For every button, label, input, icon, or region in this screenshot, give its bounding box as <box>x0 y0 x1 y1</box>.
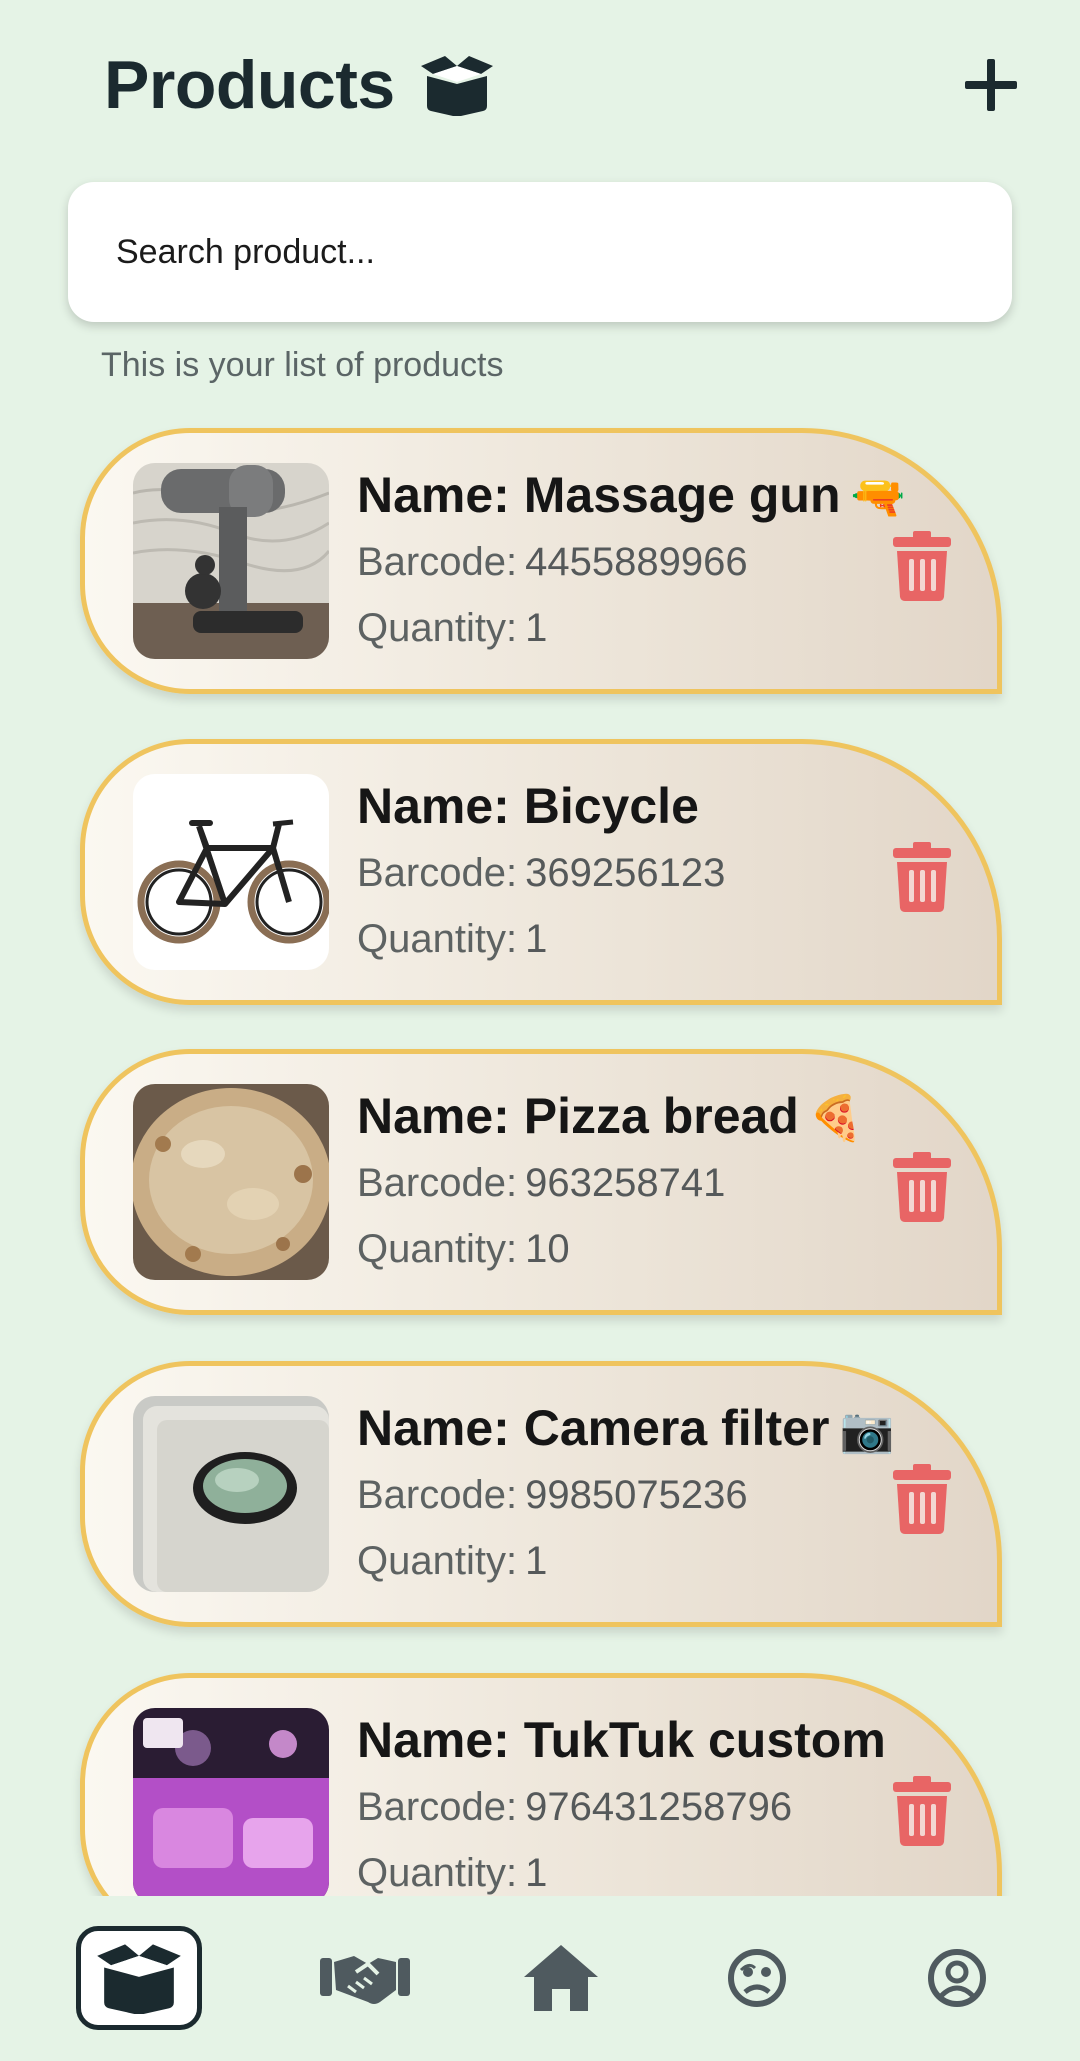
pizza-bread-photo <box>133 1084 329 1280</box>
product-info: Name: Camera filter 📷 Barcode: 9985075236 … <box>357 1394 894 1594</box>
bicycle-photo <box>133 774 329 970</box>
product-name: Name: TukTuk custom <box>357 1706 887 1774</box>
product-name: Name: Camera filter 📷 <box>357 1394 894 1462</box>
product-name: Name: Pizza bread 🍕 <box>357 1082 887 1150</box>
barcode-label: Barcode: <box>357 540 518 584</box>
product-quantity: Quantity: 1 <box>357 906 887 972</box>
barcode-value: 976431258796 <box>525 1785 793 1829</box>
name-label: Name: <box>357 778 510 834</box>
product-emoji: 🔫 <box>850 473 906 522</box>
name-label: Name: <box>357 1712 510 1768</box>
product-info: Name: Bicycle Barcode: 369256123 Quantity… <box>357 772 887 972</box>
name-value: Massage gun <box>523 467 841 523</box>
barcode-value: 4455889966 <box>525 540 748 584</box>
camera-filter-photo <box>133 1396 329 1592</box>
products-screen: Products This is your list of products <box>0 0 1080 2061</box>
delete-button[interactable] <box>893 1152 951 1222</box>
product-card[interactable]: Name: Massage gun 🔫 Barcode: 4455889966 Qu… <box>80 428 1002 694</box>
barcode-label: Barcode: <box>357 851 518 895</box>
delete-button[interactable] <box>893 1776 951 1846</box>
nav-profile[interactable] <box>894 1926 1020 2030</box>
product-barcode: Barcode: 976431258796 <box>357 1774 887 1840</box>
product-quantity: Quantity: 1 <box>357 1840 887 1896</box>
delete-button[interactable] <box>893 1464 951 1534</box>
name-label: Name: <box>357 1088 510 1144</box>
handshake-icon <box>320 1956 410 2004</box>
quantity-label: Quantity: <box>357 917 518 961</box>
barcode-value: 9985075236 <box>525 1473 748 1517</box>
quantity-value: 10 <box>525 1227 570 1271</box>
quantity-label: Quantity: <box>357 1539 518 1583</box>
nav-products[interactable] <box>76 1926 202 2030</box>
home-icon <box>524 1945 598 2011</box>
quantity-label: Quantity: <box>357 1851 518 1895</box>
product-emoji: 🍕 <box>808 1094 864 1143</box>
quantity-value: 1 <box>525 606 548 650</box>
account-circle-icon <box>928 1949 986 2007</box>
barcode-label: Barcode: <box>357 1161 518 1205</box>
nav-mood[interactable] <box>694 1926 820 2030</box>
product-barcode: Barcode: 4455889966 <box>357 529 887 595</box>
product-name: Name: Bicycle <box>357 772 887 840</box>
quantity-value: 1 <box>525 1851 548 1895</box>
name-label: Name: <box>357 467 510 523</box>
product-barcode: Barcode: 9985075236 <box>357 1462 887 1528</box>
name-value: Pizza bread <box>523 1088 799 1144</box>
face-icon <box>728 1949 786 2007</box>
bottom-navigation <box>0 1896 1080 2061</box>
nav-deals[interactable] <box>302 1926 428 2030</box>
massage-gun-photo <box>133 463 329 659</box>
product-card[interactable]: Name: Pizza bread 🍕 Barcode: 963258741 Qua… <box>80 1049 1002 1315</box>
product-info: Name: TukTuk custom Barcode: 976431258796… <box>357 1706 887 1896</box>
quantity-value: 1 <box>525 917 548 961</box>
product-name: Name: Massage gun 🔫 <box>357 461 905 529</box>
name-label: Name: <box>357 1400 510 1456</box>
product-card[interactable]: Name: Bicycle Barcode: 369256123 Quantity… <box>80 739 1002 1005</box>
product-quantity: Quantity: 10 <box>357 1216 887 1282</box>
name-value: TukTuk custom <box>523 1712 886 1768</box>
quantity-label: Quantity: <box>357 1227 518 1271</box>
product-barcode: Barcode: 963258741 <box>357 1150 887 1216</box>
trash-icon <box>893 1152 951 1222</box>
product-card[interactable]: Name: TukTuk custom Barcode: 976431258796… <box>80 1673 1002 1896</box>
product-emoji: 📷 <box>839 1406 895 1455</box>
barcode-value: 963258741 <box>525 1161 726 1205</box>
product-list[interactable]: Name: Massage gun 🔫 Barcode: 4455889966 Qu… <box>0 0 1080 1896</box>
delete-button[interactable] <box>893 531 951 601</box>
trash-icon <box>893 1464 951 1534</box>
product-card[interactable]: Name: Camera filter 📷 Barcode: 9985075236 … <box>80 1361 1002 1627</box>
product-quantity: Quantity: 1 <box>357 595 887 661</box>
quantity-value: 1 <box>525 1539 548 1583</box>
delete-button[interactable] <box>893 842 951 912</box>
product-quantity: Quantity: 1 <box>357 1528 887 1594</box>
trash-icon <box>893 842 951 912</box>
nav-home[interactable] <box>498 1926 624 2030</box>
products-box-icon <box>97 1944 181 2014</box>
product-info: Name: Pizza bread 🍕 Barcode: 963258741 Qua… <box>357 1082 887 1282</box>
trash-icon <box>893 531 951 601</box>
barcode-label: Barcode: <box>357 1785 518 1829</box>
barcode-value: 369256123 <box>525 851 726 895</box>
name-value: Camera filter <box>523 1400 830 1456</box>
barcode-label: Barcode: <box>357 1473 518 1517</box>
product-info: Name: Massage gun 🔫 Barcode: 4455889966 Qu… <box>357 461 905 661</box>
tuktuk-photo <box>133 1708 329 1896</box>
product-barcode: Barcode: 369256123 <box>357 840 887 906</box>
quantity-label: Quantity: <box>357 606 518 650</box>
trash-icon <box>893 1776 951 1846</box>
name-value: Bicycle <box>523 778 699 834</box>
